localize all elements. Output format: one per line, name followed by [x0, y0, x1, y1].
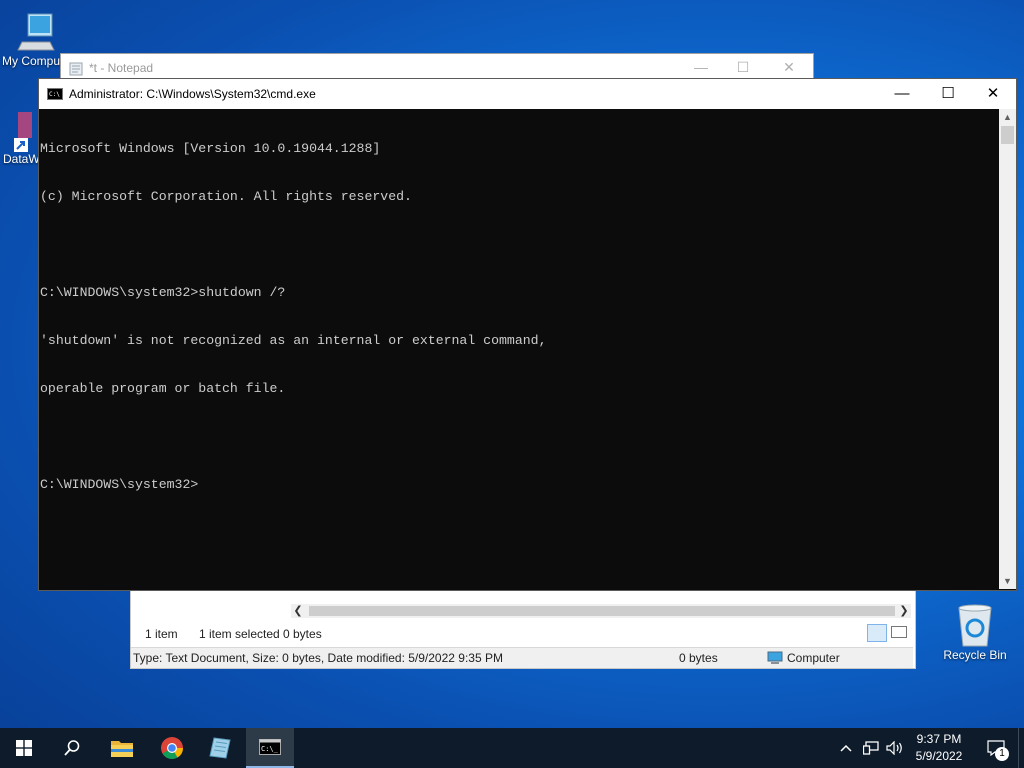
svg-text:C:\_: C:\_ [261, 745, 279, 753]
chrome-icon [161, 737, 183, 759]
vertical-scrollbar[interactable]: ▲ ▼ [999, 109, 1016, 589]
taskbar-cmd[interactable]: C:\_ [246, 728, 294, 768]
console-prompt[interactable]: C:\WINDOWS\system32> [40, 477, 998, 493]
search-icon [64, 740, 80, 756]
scroll-up-arrow-icon[interactable]: ▲ [999, 112, 1016, 122]
start-button[interactable] [0, 728, 48, 768]
notification-badge: 1 [995, 747, 1009, 761]
computer-icon [17, 13, 55, 51]
speaker-icon [886, 741, 902, 755]
taskbar-chrome[interactable] [148, 728, 196, 768]
clock-time: 9:37 PM [916, 732, 962, 746]
large-icons-view-icon[interactable] [891, 626, 907, 638]
scroll-right-arrow-icon[interactable]: ❯ [897, 604, 911, 618]
clock-date: 5/9/2022 [915, 749, 963, 763]
file-size: 0 bytes [679, 651, 718, 665]
window-title: Administrator: C:\Windows\System32\cmd.e… [69, 87, 316, 101]
network-button[interactable] [860, 728, 882, 768]
close-button[interactable]: ✕ [970, 79, 1016, 109]
file-details: Type: Text Document, Size: 0 bytes, Date… [133, 651, 503, 665]
taskbar-file-explorer[interactable] [98, 728, 146, 768]
recycle-bin-icon [958, 604, 992, 647]
clock[interactable]: 9:37 PM 5/9/2022 [905, 731, 973, 765]
cmd-icon: C:\_ [259, 739, 281, 755]
minimize-button[interactable]: — [879, 79, 925, 109]
computer-icon [767, 651, 783, 664]
console-line: Microsoft Windows [Version 10.0.19044.12… [40, 141, 381, 156]
network-icon [863, 741, 879, 755]
notepad-icon [69, 62, 83, 76]
desktop-icon-label: Recycle Bin [943, 648, 1007, 662]
desktop-icon-label: DataWC [3, 152, 49, 166]
status-bar: 1 item 1 item selected 0 bytes [131, 624, 913, 642]
title-bar[interactable]: C:\ Administrator: C:\Windows\System32\c… [39, 79, 1016, 109]
desktop-icon-recycle-bin[interactable]: Recycle Bin [940, 602, 1010, 662]
selection-size: 0 bytes [283, 627, 322, 641]
console-line: operable program or batch file. [40, 381, 286, 396]
details-view-icon[interactable] [867, 624, 887, 642]
cmd-icon: C:\ [47, 88, 63, 100]
scrollbar-thumb[interactable] [309, 606, 895, 616]
maximize-button[interactable]: ☐ [925, 79, 971, 109]
show-desktop-button[interactable] [1018, 728, 1024, 768]
console-output[interactable]: Microsoft Windows [Version 10.0.19044.12… [40, 109, 998, 589]
show-hidden-icons-button[interactable] [836, 728, 856, 768]
scrollbar-thumb[interactable] [1001, 126, 1014, 144]
horizontal-scrollbar[interactable]: ❮ ❯ [291, 604, 911, 618]
location-label: Computer [787, 651, 840, 665]
selection-info: 1 item selected [199, 627, 280, 641]
scroll-down-arrow-icon[interactable]: ▼ [999, 576, 1016, 586]
svg-text:C:\: C:\ [49, 91, 60, 98]
windows-logo-icon [16, 740, 32, 756]
search-button[interactable] [48, 728, 96, 768]
close-button[interactable]: ✕ [777, 59, 801, 76]
console-line: 'shutdown' is not recognized as an inter… [40, 333, 547, 348]
notebook-app-icon [209, 737, 231, 759]
maximize-button[interactable]: ☐ [731, 59, 755, 76]
explorer-window[interactable]: ❮ ❯ 1 item 1 item selected 0 bytes Type:… [130, 585, 916, 669]
minimize-button[interactable]: — [689, 59, 713, 75]
cmd-window[interactable]: C:\ Administrator: C:\Windows\System32\c… [38, 78, 1017, 591]
scroll-left-arrow-icon[interactable]: ❮ [291, 604, 305, 618]
item-count: 1 item [145, 627, 178, 641]
taskbar-app[interactable] [196, 728, 244, 768]
details-bar: Type: Text Document, Size: 0 bytes, Date… [131, 647, 913, 668]
volume-button[interactable] [884, 728, 906, 768]
notepad-title: *t - Notepad [89, 61, 154, 75]
folder-icon [111, 741, 133, 757]
console-line: C:\WINDOWS\system32>shutdown /? [40, 285, 286, 300]
notification-center-button[interactable]: 1 [978, 728, 1014, 768]
console-line: (c) Microsoft Corporation. All rights re… [40, 189, 412, 204]
chevron-up-icon [840, 744, 852, 752]
taskbar: C:\_ 9:37 PM 5/9/2022 1 [0, 728, 1024, 768]
desktop-icon-datawc[interactable]: DataWC [0, 108, 49, 166]
